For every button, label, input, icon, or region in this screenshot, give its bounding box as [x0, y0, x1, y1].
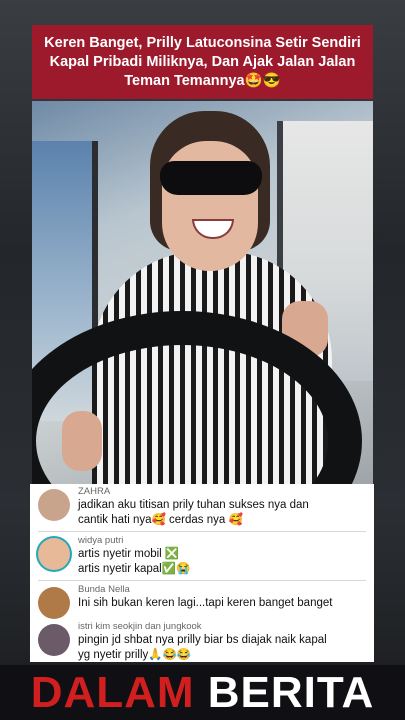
comment-text: artis nyetir mobil ❎: [78, 548, 180, 560]
avatar: [38, 587, 70, 619]
comment-username: ZAHRA: [78, 486, 111, 497]
avatar: [38, 538, 70, 570]
comment-text: cantik hati nya🥰 cerdas nya 🥰: [78, 514, 243, 526]
comment-text: jadikan aku titisan prily tuhan sukses n…: [78, 499, 309, 511]
sunglasses: [160, 161, 262, 195]
title-banner: Keren Banget, Prilly Latuconsina Setir S…: [32, 25, 373, 99]
title-text: Keren Banget, Prilly Latuconsina Setir S…: [44, 34, 361, 89]
comment-text: pingin jd shbat nya prilly biar bs diaja…: [78, 634, 327, 646]
comment-item: ZAHRA jadikan aku titisan prily tuhan su…: [38, 484, 366, 528]
brand-banner: DALAM BERITA: [0, 665, 405, 720]
divider: [38, 531, 366, 532]
brand-part-2: BERITA: [207, 668, 375, 717]
comment-item: widya putri artis nyetir mobil ❎ artis n…: [38, 535, 366, 577]
avatar: [38, 489, 70, 521]
comment-text: Ini sih bukan keren lagi...tapi keren ba…: [78, 597, 333, 609]
comment-username: istri kim seokjin dan jungkook: [78, 621, 202, 632]
comment-username: widya putri: [78, 535, 124, 546]
comment-text: yg nyetir prilly🙏😂😂: [78, 649, 192, 661]
brand-logo: DALAM BERITA: [31, 665, 375, 720]
comment-item: istri kim seokjin dan jungkook pingin jd…: [38, 621, 366, 663]
comment-username: Bunda Nella: [78, 584, 130, 595]
divider: [38, 580, 366, 581]
person-hand-left: [62, 411, 102, 471]
comment-item: Bunda Nella Ini sih bukan keren lagi...t…: [38, 584, 366, 619]
avatar: [38, 624, 70, 656]
video-frame[interactable]: [32, 101, 373, 484]
brand-part-1: DALAM: [30, 668, 195, 717]
comments-panel: ZAHRA jadikan aku titisan prily tuhan su…: [30, 484, 374, 662]
comment-text: artis nyetir kapal✅😭: [78, 563, 191, 575]
